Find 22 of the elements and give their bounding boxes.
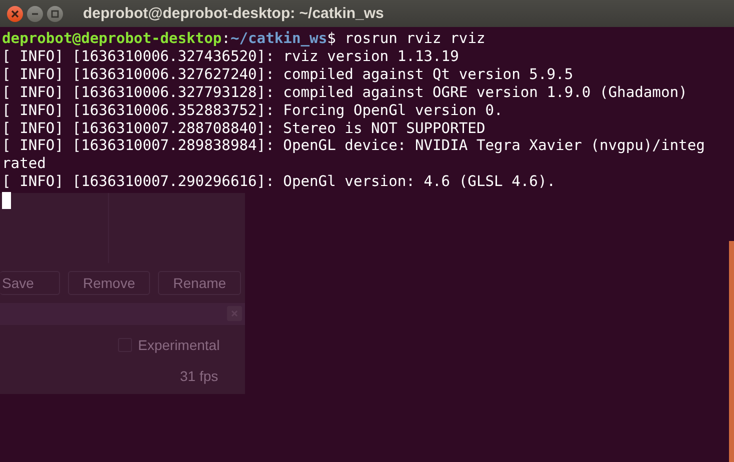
terminal-output-line: [ INFO] [1636310007.290296616]: OpenGl version: 4.6 (GLSL 4.6).: [2, 173, 557, 192]
fps-readout: 31 fps: [180, 368, 218, 384]
experimental-label: Experimental: [138, 337, 220, 353]
terminal-output-line: [ INFO] [1636310006.327436520]: rviz version 1.13.19: [2, 48, 460, 66]
maximize-icon: [51, 10, 59, 18]
terminal-output-line: rated: [2, 155, 47, 174]
terminal-output-line: [ INFO] [1636310006.327793128]: compiled against OGRE version 1.9.0 (Ghadamon): [2, 84, 688, 102]
terminal-output-line: [ INFO] [1636310007.288708840]: Stereo is NOT SUPPORTED: [2, 120, 486, 138]
terminal-output-line: [ INFO] [1636310006.352883752]: Forcing OpenGl version 0.: [2, 102, 504, 120]
maximize-button[interactable]: [47, 6, 63, 22]
terminal-output-line: [ INFO] [1636310006.327627240]: compiled against Qt version 5.9.5: [2, 66, 574, 84]
close-button[interactable]: [7, 6, 23, 22]
window-title: deprobot@deprobot-desktop: ~/catkin_ws: [83, 5, 384, 22]
terminal-output-line: [ INFO] [1636310007.289838984]: OpenGL device: NVIDIA Tegra Xavier (nvgpu)/integ: [2, 137, 706, 156]
background-window-button[interactable]: Save: [0, 271, 60, 295]
background-window-button[interactable]: Rename: [158, 271, 242, 295]
terminal-cursor: [2, 192, 11, 210]
close-icon: [11, 10, 19, 18]
scrollbar[interactable]: [729, 241, 734, 462]
background-window-button[interactable]: Remove: [68, 271, 150, 295]
prompt-line: deprobot@deprobot-desktop:~/catkin_ws$ rosrun rviz rviz: [2, 30, 486, 48]
minimize-button[interactable]: [27, 6, 43, 22]
